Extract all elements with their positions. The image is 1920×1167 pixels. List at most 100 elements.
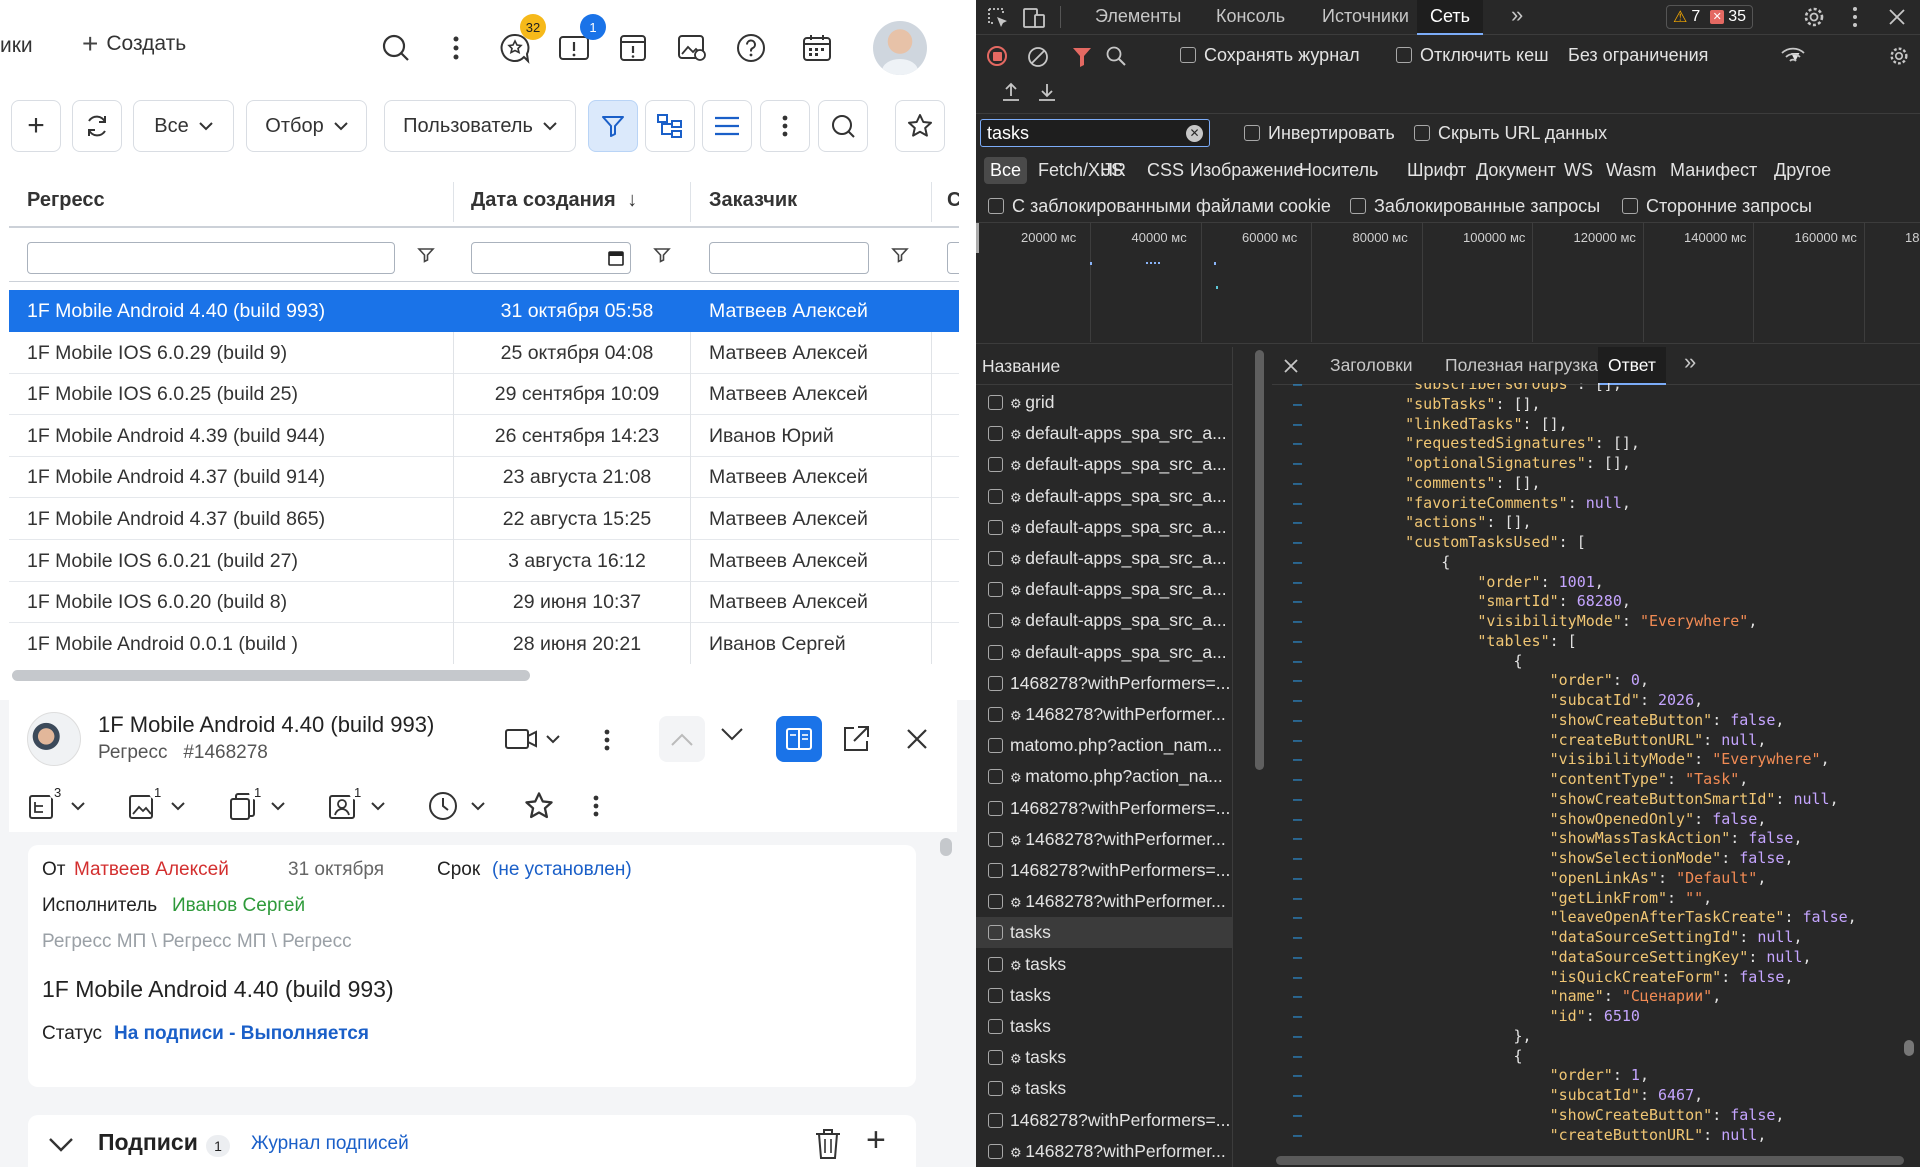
filter-toggle-button[interactable] xyxy=(588,100,638,152)
request-checkbox[interactable] xyxy=(988,800,1003,816)
column-header-regress[interactable]: Регресс xyxy=(27,189,105,212)
network-timeline[interactable] xyxy=(976,222,1920,344)
request-checkbox[interactable] xyxy=(988,894,1003,910)
network-settings-icon[interactable] xyxy=(1888,45,1910,67)
export-har-icon[interactable] xyxy=(1038,82,1056,102)
signatures-log-link[interactable]: Журнал подписей xyxy=(251,1133,409,1155)
nav-cut-label[interactable]: ики xyxy=(0,34,33,58)
request-checkbox[interactable] xyxy=(988,488,1003,504)
invert-checkbox[interactable]: Инвертировать xyxy=(1244,123,1395,144)
request-checkbox[interactable] xyxy=(988,707,1003,722)
request-row[interactable]: ⚙ 1468278?withPerformer... xyxy=(976,824,1232,855)
request-checkbox[interactable] xyxy=(988,457,1003,473)
request-checkbox[interactable] xyxy=(988,1019,1003,1034)
column-header-customer[interactable]: Заказчик xyxy=(709,189,797,212)
table-row[interactable]: 1F Mobile Android 4.37 (build 865) 22 авг… xyxy=(9,498,959,540)
tab-console[interactable]: Консоль xyxy=(1216,6,1285,27)
customer-filter-input[interactable] xyxy=(709,242,869,274)
previous-button[interactable] xyxy=(659,716,705,762)
request-row[interactable]: 1468278?withPerformers=... xyxy=(976,1105,1232,1136)
response-scrollbar[interactable] xyxy=(1904,1040,1914,1056)
request-row[interactable]: ⚙ matomo.php?action_na... xyxy=(976,761,1232,792)
request-row[interactable]: ⚙ default-apps_spa_src_a... xyxy=(976,605,1232,636)
user-avatar[interactable] xyxy=(873,21,927,75)
request-checkbox[interactable] xyxy=(988,738,1003,754)
filter-user-dropdown[interactable]: Пользователь xyxy=(384,100,576,152)
tab-elements[interactable]: Элементы xyxy=(1095,6,1181,27)
type-filter-5[interactable]: Носитель xyxy=(1293,157,1384,184)
pane-divider[interactable] xyxy=(1232,347,1233,1167)
table-row[interactable]: 1F Mobile IOS 6.0.29 (build 9) 25 октября… xyxy=(9,331,959,374)
more-vertical-icon[interactable] xyxy=(592,794,600,818)
network-conditions-icon[interactable] xyxy=(1780,46,1806,66)
request-checkbox[interactable] xyxy=(988,769,1003,785)
request-row[interactable]: ⚙ default-apps_spa_src_a... xyxy=(976,543,1232,574)
tab-payload[interactable]: Полезная нагрузка xyxy=(1445,355,1598,376)
filter-icon[interactable] xyxy=(417,246,435,264)
device-toolbar-icon[interactable] xyxy=(1022,6,1046,30)
filter-icon[interactable] xyxy=(891,246,909,264)
performer-name-link[interactable]: Иванов Сергей xyxy=(172,895,305,917)
request-checkbox[interactable] xyxy=(988,395,1003,410)
add-button[interactable]: + xyxy=(11,100,61,152)
table-row[interactable]: 1F Mobile IOS 6.0.20 (build 8) 29 июня 10… xyxy=(9,581,959,624)
history-tool[interactable] xyxy=(427,790,485,822)
column-divider[interactable] xyxy=(931,182,932,222)
type-filter-11[interactable]: Другое xyxy=(1768,157,1837,184)
type-filter-0[interactable]: Все xyxy=(984,157,1028,184)
column-header-cut[interactable]: С xyxy=(947,189,959,212)
chevron-down-icon[interactable] xyxy=(48,1137,74,1152)
date-filter-input[interactable] xyxy=(471,242,631,274)
list-view-button[interactable] xyxy=(702,100,752,152)
status-filter-input[interactable] xyxy=(947,242,959,274)
column-header-created-date[interactable]: Дата создания ↓ xyxy=(471,189,637,212)
request-checkbox[interactable] xyxy=(988,644,1003,660)
request-checkbox[interactable] xyxy=(988,1143,1003,1159)
response-hscrollbar[interactable] xyxy=(1276,1156,1904,1165)
help-icon[interactable] xyxy=(731,28,771,68)
request-row[interactable]: ⚙ default-apps_spa_src_a... xyxy=(976,418,1232,449)
type-filter-9[interactable]: Wasm xyxy=(1600,157,1662,184)
request-row[interactable]: ⚙ grid xyxy=(976,387,1232,418)
hide-data-urls-checkbox[interactable]: Скрыть URL данных xyxy=(1414,123,1607,144)
type-filter-8[interactable]: WS xyxy=(1558,157,1599,184)
clear-icon[interactable] xyxy=(1027,46,1049,68)
type-filter-4[interactable]: Изображение xyxy=(1184,157,1309,184)
request-checkbox[interactable] xyxy=(988,831,1003,847)
request-row[interactable]: 1468278?withPerformers=... xyxy=(976,855,1232,886)
close-icon[interactable] xyxy=(906,728,928,750)
warnings-counter[interactable]: ⚠ 7 ✕ 35 xyxy=(1666,5,1754,29)
filter-selection-dropdown[interactable]: Отбор xyxy=(246,100,367,152)
trash-icon[interactable] xyxy=(813,1127,843,1161)
filter-icon[interactable] xyxy=(1072,46,1092,68)
request-checkbox[interactable] xyxy=(988,987,1003,1003)
deadline-link[interactable]: (не установлен) xyxy=(492,859,632,881)
request-checkbox[interactable] xyxy=(988,582,1003,598)
filter-icon[interactable] xyxy=(653,246,671,264)
type-filter-3[interactable]: CSS xyxy=(1141,157,1190,184)
request-row[interactable]: ⚙ default-apps_spa_src_a... xyxy=(976,512,1232,543)
request-row[interactable]: tasks xyxy=(976,917,1232,949)
video-call-button[interactable] xyxy=(504,726,560,752)
detail-scrollbar[interactable] xyxy=(940,838,952,856)
request-row[interactable]: ⚙ tasks xyxy=(976,1073,1232,1104)
request-row[interactable]: ⚙ tasks xyxy=(976,1042,1232,1073)
refresh-button[interactable] xyxy=(72,100,122,152)
more-tabs-icon[interactable]: » xyxy=(1684,349,1696,375)
list-scrollbar[interactable] xyxy=(1255,350,1264,770)
request-checkbox[interactable] xyxy=(988,1112,1003,1128)
settings-gear-icon[interactable] xyxy=(1802,5,1826,29)
regress-filter-input[interactable] xyxy=(27,242,395,274)
request-checkbox[interactable] xyxy=(988,925,1003,941)
open-external-icon[interactable] xyxy=(841,724,871,754)
table-row[interactable]: 1F Mobile IOS 6.0.25 (build 25) 29 сентяб… xyxy=(9,373,959,416)
table-row[interactable]: 1F Mobile Android 4.40 (build 993) 31 окт… xyxy=(9,290,959,332)
star-icon[interactable] xyxy=(523,790,555,822)
request-checkbox[interactable] xyxy=(988,426,1003,442)
tree-view-button[interactable] xyxy=(645,100,695,152)
type-filter-6[interactable]: Шрифт xyxy=(1401,157,1472,184)
column-divider[interactable] xyxy=(690,182,691,222)
from-name-link[interactable]: Матвеев Алексей xyxy=(74,859,229,881)
more-vertical-icon[interactable] xyxy=(1852,6,1858,28)
preserve-log-checkbox[interactable]: Сохранять журнал xyxy=(1180,45,1360,66)
